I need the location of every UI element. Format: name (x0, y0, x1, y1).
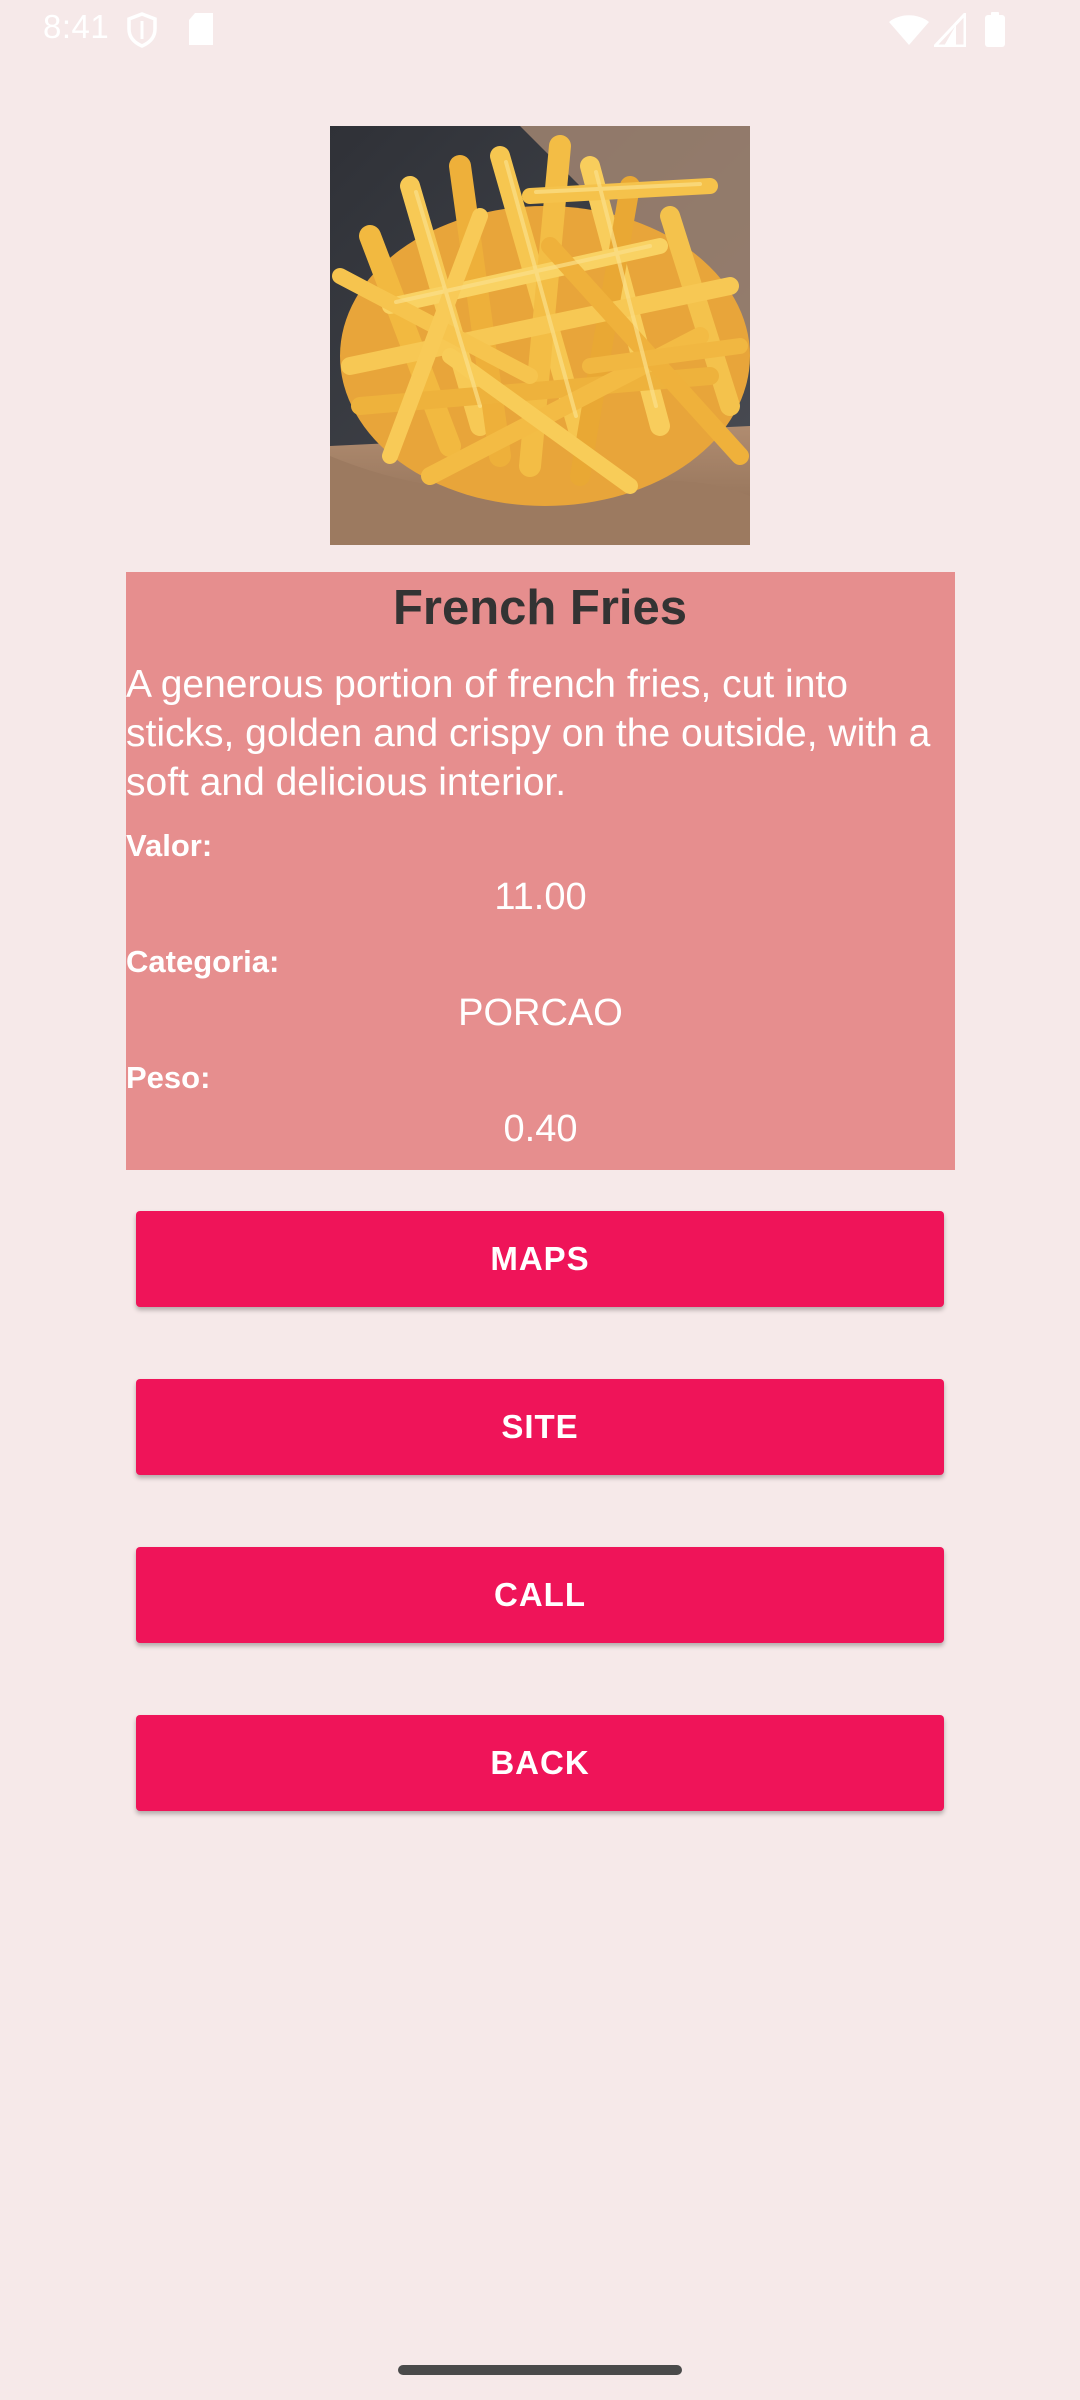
status-time: 8:41 (43, 8, 110, 45)
valor-value: 11.00 (494, 876, 587, 918)
status-bar: 8:41 (0, 0, 1080, 64)
site-button[interactable]: SITE (136, 1379, 944, 1475)
peso-value: 0.40 (503, 1108, 578, 1150)
peso-label: Peso: (126, 1060, 211, 1095)
product-description: A generous portion of french fries, cut … (126, 663, 931, 804)
signal-icon (934, 13, 966, 47)
back-button[interactable]: BACK (136, 1715, 944, 1811)
sd-card-icon (187, 12, 215, 46)
valor-label: Valor: (126, 828, 213, 863)
wifi-icon (888, 14, 930, 46)
home-indicator[interactable] (398, 2365, 682, 2375)
categoria-value: PORCAO (458, 992, 623, 1034)
product-title: French Fries (392, 581, 688, 635)
categoria-label: Categoria: (126, 944, 280, 979)
maps-button[interactable]: MAPS (136, 1211, 944, 1307)
product-image (330, 126, 750, 545)
shield-icon (126, 12, 158, 48)
battery-icon (984, 12, 1006, 48)
call-button[interactable]: CALL (136, 1547, 944, 1643)
